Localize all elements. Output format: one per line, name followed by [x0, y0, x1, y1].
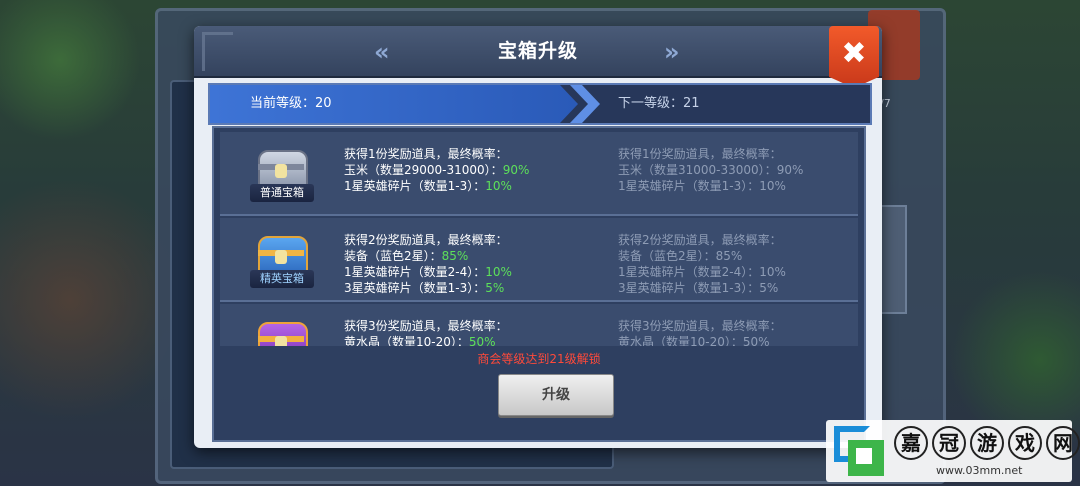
- reward-item-percent: 10%: [759, 265, 786, 279]
- reward-item: 黄水晶（数量10-20）：50%: [618, 334, 858, 346]
- watermark-char: 戏: [1008, 426, 1042, 460]
- reward-item: 1星英雄碎片（数量2-4）：10%: [618, 264, 858, 280]
- reward-item-percent: 10%: [485, 179, 512, 193]
- current-level-label: 当前等级：20: [250, 96, 332, 111]
- current-rewards: 获得2份奖励道具，最终概率： 装备（蓝色2星）：85% 1星英雄碎片（数量2-4…: [344, 232, 604, 296]
- reward-heading: 获得2份奖励道具，最终概率：: [618, 233, 782, 247]
- reward-item-text: 黄水晶（数量10-20）：: [618, 335, 743, 346]
- watermark-char: 嘉: [894, 426, 928, 460]
- chest-icon: 普通宝箱: [250, 142, 314, 204]
- upgrade-button[interactable]: 升级: [498, 374, 614, 416]
- current-rewards: 获得3份奖励道具，最终概率： 黄水晶（数量10-20）：50%: [344, 318, 604, 346]
- lock-icon: [275, 336, 287, 346]
- current-rewards: 获得1份奖励道具，最终概率： 玉米（数量29000-31000）：90% 1星英…: [344, 146, 604, 194]
- reward-item-percent: 5%: [485, 281, 505, 295]
- reward-item-text: 1星英雄碎片（数量2-4）：: [344, 265, 486, 279]
- watermark: 嘉 冠 游 戏 网 www.03mm.net: [826, 420, 1080, 482]
- reward-item: 3星英雄碎片（数量1-3）：5%: [618, 280, 858, 296]
- logo-center: [856, 448, 872, 464]
- reward-item-text: 装备（蓝色2星）：: [344, 249, 442, 263]
- reward-item-percent: 10%: [759, 179, 786, 193]
- reward-item-text: 3星英雄碎片（数量1-3）：: [344, 281, 486, 295]
- chest-icon: 精英宝箱: [250, 228, 314, 290]
- reward-item: 1星英雄碎片（数量1-3）：10%: [344, 178, 604, 194]
- lock-icon: [275, 164, 287, 178]
- reward-item-text: 1星英雄碎片（数量2-4）：: [618, 265, 760, 279]
- reward-item-text: 3星英雄碎片（数量1-3）：: [618, 281, 760, 295]
- reward-list: 普通宝箱 获得1份奖励道具，最终概率： 玉米（数量29000-31000）：90…: [212, 126, 866, 442]
- reward-item-text: 1星英雄碎片（数量1-3）：: [618, 179, 760, 193]
- reward-item-percent: 85%: [441, 249, 469, 263]
- reward-item-percent: 50%: [742, 335, 770, 346]
- reward-item-percent: 5%: [759, 281, 779, 295]
- dialog-title: 宝箱升级: [497, 40, 578, 62]
- reward-item: 装备（蓝色2星）：85%: [344, 248, 604, 264]
- close-icon: ✖: [841, 36, 867, 71]
- watermark-char: 游: [970, 426, 1004, 460]
- reward-item-percent: 90%: [502, 163, 530, 177]
- level-bar: 当前等级：20 下一等级：21: [208, 83, 872, 125]
- reward-row: 精英宝箱 获得2份奖励道具，最终概率： 装备（蓝色2星）：85% 1星英雄碎片（…: [220, 218, 858, 302]
- reward-heading: 获得3份奖励道具，最终概率：: [618, 319, 782, 333]
- reward-row: 获得3份奖励道具，最终概率： 黄水晶（数量10-20）：50% 获得3份奖励道具…: [220, 304, 858, 346]
- close-button[interactable]: ✖: [829, 26, 879, 88]
- watermark-char: 网: [1046, 426, 1080, 460]
- unlock-requirement-note: 商会等级达到21级解锁: [477, 352, 601, 366]
- reward-heading: 获得2份奖励道具，最终概率：: [344, 233, 508, 247]
- reward-item: 1星英雄碎片（数量1-3）：10%: [618, 178, 858, 194]
- reward-heading: 获得1份奖励道具，最终概率：: [344, 147, 508, 161]
- reward-rows[interactable]: 普通宝箱 获得1份奖励道具，最终概率： 玉米（数量29000-31000）：90…: [220, 132, 858, 346]
- lock-icon: [275, 250, 287, 264]
- reward-item-percent: 90%: [776, 163, 804, 177]
- reward-item: 1星英雄碎片（数量2-4）：10%: [344, 264, 604, 280]
- reward-item-text: 玉米（数量29000-31000）：: [344, 163, 503, 177]
- reward-item-text: 黄水晶（数量10-20）：: [344, 335, 469, 346]
- next-rewards: 获得2份奖励道具，最终概率： 装备（蓝色2星）：85% 1星英雄碎片（数量2-4…: [618, 232, 858, 296]
- reward-item-text: 装备（蓝色2星）：: [618, 249, 716, 263]
- watermark-url: www.03mm.net: [936, 464, 1023, 477]
- next-rewards: 获得1份奖励道具，最终概率： 玉米（数量31000-33000）：90% 1星英…: [618, 146, 858, 194]
- reward-item-text: 1星英雄碎片（数量1-3）：: [344, 179, 486, 193]
- watermark-title: 嘉 冠 游 戏 网: [894, 426, 1080, 462]
- next-rewards: 获得3份奖励道具，最终概率： 黄水晶（数量10-20）：50%: [618, 318, 858, 346]
- reward-heading: 获得3份奖励道具，最终概率：: [344, 319, 508, 333]
- chevron-right-icon: »: [664, 38, 679, 66]
- reward-item: 3星英雄碎片（数量1-3）：5%: [344, 280, 604, 296]
- chest-name: 普通宝箱: [250, 184, 314, 202]
- reward-item: 装备（蓝色2星）：85%: [618, 248, 858, 264]
- reward-item-percent: 50%: [468, 335, 496, 346]
- reward-item-percent: 10%: [485, 265, 512, 279]
- site-logo-icon: [834, 426, 884, 476]
- reward-item: 黄水晶（数量10-20）：50%: [344, 334, 604, 346]
- next-level-label: 下一等级：21: [618, 96, 700, 111]
- reward-item: 玉米（数量31000-33000）：90%: [618, 162, 858, 178]
- watermark-char: 冠: [932, 426, 966, 460]
- reward-item: 玉米（数量29000-31000）：90%: [344, 162, 604, 178]
- reward-heading: 获得1份奖励道具，最终概率：: [618, 147, 782, 161]
- reward-item-text: 玉米（数量31000-33000）：: [618, 163, 777, 177]
- reward-item-percent: 85%: [715, 249, 743, 263]
- chest-name: 精英宝箱: [250, 270, 314, 288]
- chest-icon: [250, 314, 314, 346]
- reward-row: 普通宝箱 获得1份奖励道具，最终概率： 玉米（数量29000-31000）：90…: [220, 132, 858, 216]
- dialog-header: « 宝箱升级 »: [194, 26, 882, 78]
